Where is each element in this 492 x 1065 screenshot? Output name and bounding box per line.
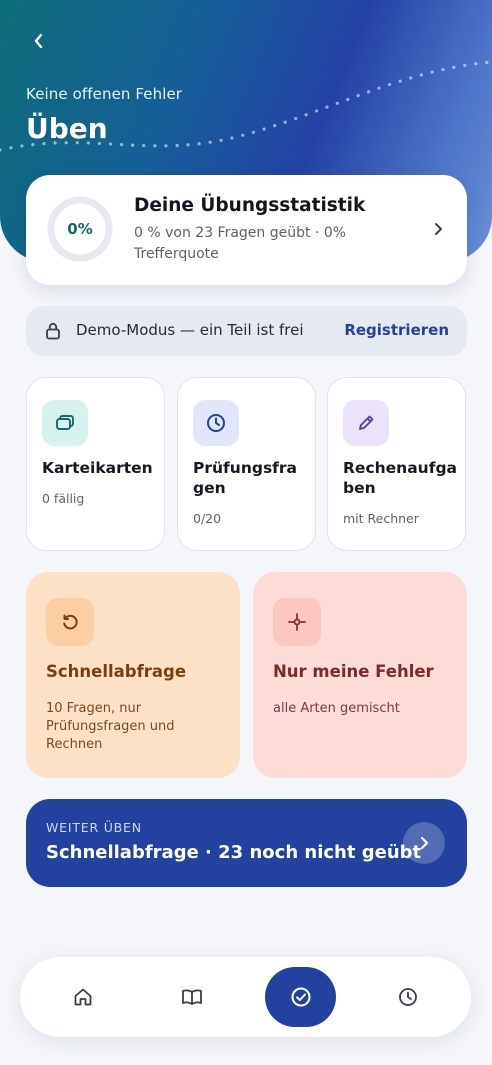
refresh-icon: [46, 598, 94, 646]
back-button[interactable]: [26, 28, 52, 54]
nav-practice[interactable]: [265, 967, 336, 1027]
cta-kicker: WEITER ÜBEN: [46, 820, 142, 835]
tile-title: Prüfungsfragen: [193, 459, 298, 497]
tile-title: Karteikarten: [42, 459, 153, 477]
tile-exam-questions[interactable]: Prüfungsfragen 0/20: [177, 377, 316, 551]
stats-subtitle: 0 % von 23 Fragen geübt · 0% Trefferquot…: [134, 225, 347, 262]
nav-history[interactable]: [388, 977, 428, 1017]
nav-library[interactable]: [172, 977, 212, 1017]
nav-home[interactable]: [63, 977, 103, 1017]
card-my-mistakes[interactable]: Nur meine Fehler alle Arten gemischt: [253, 572, 467, 778]
stats-title: Deine Übungsstatistik: [134, 195, 366, 216]
chevron-right-icon: [435, 223, 442, 235]
check-circle-icon: [291, 987, 310, 1007]
book-icon: [182, 989, 202, 1005]
tile-flashcards[interactable]: Karteikarten 0 fällig: [26, 377, 165, 551]
chevron-right-icon: [420, 836, 429, 850]
stats-card[interactable]: 0% Deine Übungsstatistik 0 % von 23 Frag…: [26, 175, 467, 285]
register-link[interactable]: Registrieren: [344, 321, 449, 339]
cta-title: Schnellabfrage · 23 noch nicht geübt: [46, 842, 422, 863]
progress-percent: 0%: [67, 220, 93, 238]
card-title: Nur meine Fehler: [273, 662, 434, 681]
demo-banner: Demo-Modus — ein Teil ist frei Registrie…: [26, 306, 467, 356]
card-quick-quiz[interactable]: Schnellabfrage 10 Fragen, nur Prüfungsfr…: [26, 572, 240, 778]
lock-icon: [46, 322, 60, 340]
demo-text: Demo-Modus — ein Teil ist frei: [76, 321, 304, 339]
cards-icon: [42, 400, 88, 446]
home-icon: [74, 988, 92, 1006]
bottom-navigation: [20, 957, 471, 1037]
header-subtitle: Keine offenen Fehler: [26, 85, 183, 103]
chevron-left-icon: [34, 33, 43, 49]
clock-icon: [193, 400, 239, 446]
continue-button[interactable]: [403, 822, 445, 864]
tile-subtitle: mit Rechner: [343, 511, 419, 526]
tile-title: Rechenaufgaben: [343, 459, 458, 497]
card-subtitle: 10 Fragen, nur Prüfungsfragen und Rechne…: [46, 701, 175, 752]
tile-subtitle: 0 fällig: [42, 491, 85, 506]
card-subtitle: alle Arten gemischt: [273, 701, 400, 716]
target-icon: [273, 598, 321, 646]
pencil-icon: [343, 400, 389, 446]
continue-practice-banner[interactable]: WEITER ÜBEN Schnellabfrage · 23 noch nic…: [26, 799, 467, 887]
card-title: Schnellabfrage: [46, 662, 187, 681]
tile-subtitle: 0/20: [193, 511, 222, 526]
history-icon: [399, 988, 417, 1006]
page-title: Üben: [26, 112, 108, 145]
tile-calculations[interactable]: Rechenaufgaben mit Rechner: [327, 377, 466, 551]
